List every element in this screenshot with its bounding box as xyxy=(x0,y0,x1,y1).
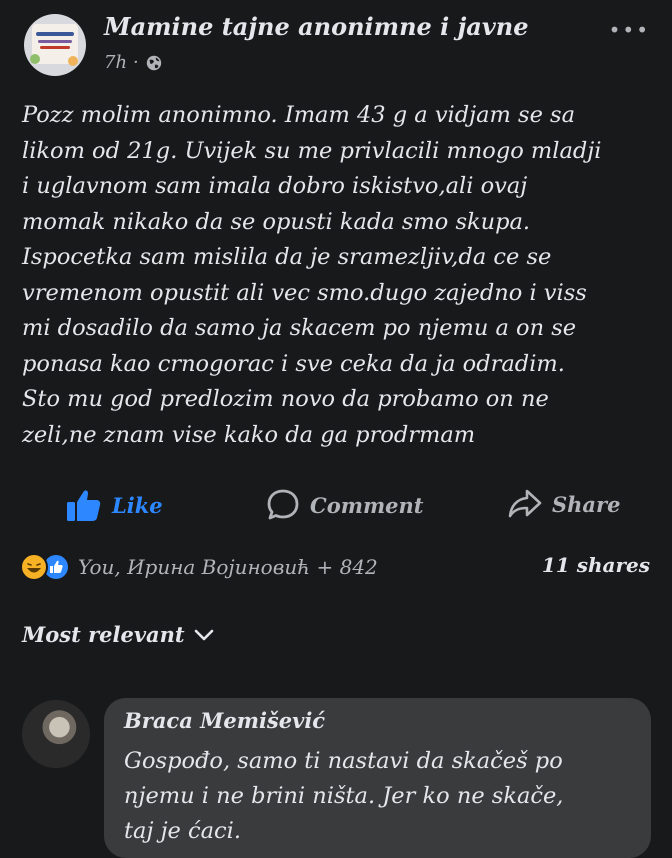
post-time[interactable]: 7h xyxy=(104,52,127,73)
reactions-summary[interactable]: You, Ирина Војиновић + 842 xyxy=(20,553,378,581)
share-icon xyxy=(508,489,542,518)
shares-count[interactable]: 11 shares xyxy=(542,553,650,577)
comment-icon xyxy=(267,489,299,520)
post-text-line: Ispocetka sam mislila da je sramezljiv,d… xyxy=(22,244,552,270)
comment-label: Comment xyxy=(310,492,424,518)
comment-text-line: taj je ćaci. xyxy=(124,818,241,844)
haha-reaction-icon xyxy=(20,553,48,581)
comment-author[interactable]: Braca Memišević xyxy=(124,708,325,733)
post-text-line: i uglavnom sam imala dobro iskistvo,ali … xyxy=(22,173,528,199)
meta-separator: · xyxy=(133,52,139,73)
comment-text-line: njemu i ne brini ništa. Jer ko ne skače, xyxy=(124,783,564,809)
globe-icon xyxy=(146,55,161,70)
sort-label: Most relevant xyxy=(22,622,185,647)
post-text: Pozz molim anonimno. Imam 43 g a vidjam … xyxy=(22,98,652,453)
like-button[interactable]: Like xyxy=(66,488,163,522)
post-text-line: ponasa kao crnogorac i sve ceka da ja od… xyxy=(22,350,565,377)
post-text-line: momak nikako da se opusti kada smo skupa… xyxy=(22,208,531,235)
comment-sort-dropdown[interactable]: Most relevant xyxy=(22,622,215,647)
post-text-line: Sto mu god predlozim novo da probamo on … xyxy=(22,386,549,412)
comment-button[interactable]: Comment xyxy=(266,488,424,522)
like-label: Like xyxy=(112,492,163,518)
action-bar: Like Comment Share xyxy=(0,480,672,532)
group-avatar[interactable] xyxy=(24,14,86,76)
comment-text: Gospođo, samo ti nastavi da skačeš po nj… xyxy=(124,744,634,849)
group-name[interactable]: Mamine tajne anonimne i javne xyxy=(104,12,529,41)
reaction-names: You, Ирина Војиновић + 842 xyxy=(78,555,378,579)
commenter-avatar[interactable] xyxy=(22,700,90,768)
share-button[interactable]: Share xyxy=(508,488,620,520)
share-label: Share xyxy=(552,491,621,517)
post-text-line: likom od 21g. Uvijek su me privlacili mn… xyxy=(22,137,602,164)
thumbs-up-icon xyxy=(67,490,101,521)
post-text-line: Pozz molim anonimno. Imam 43 g a vidjam … xyxy=(22,102,576,128)
more-options-icon[interactable]: ••• xyxy=(609,18,650,42)
post-meta: 7h · xyxy=(104,52,163,73)
post-text-line: mi dosadilo da samo ja skacem po njemu a… xyxy=(22,315,577,341)
comment-text-line: Gospođo, samo ti nastavi da skačeš po xyxy=(124,748,563,774)
post-text-line: vremenom opustit ali vec smo.dugo zajedn… xyxy=(22,279,587,306)
post-text-line: zeli,ne znam vise kako da ga prodrmam xyxy=(22,421,476,448)
chevron-down-icon xyxy=(194,629,213,640)
